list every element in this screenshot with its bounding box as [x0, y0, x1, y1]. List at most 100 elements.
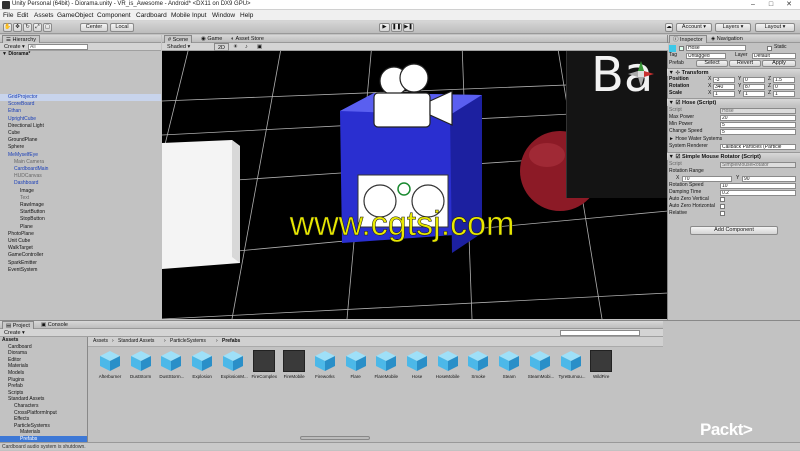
asset-item[interactable]: Hose	[405, 350, 429, 379]
rotate-tool-icon[interactable]: ↻	[23, 23, 32, 32]
hose-field-input[interactable]: 5	[720, 129, 796, 135]
breadcrumb-item[interactable]: Prefabs	[222, 338, 240, 344]
static-checkbox[interactable]	[767, 46, 772, 51]
prefab-revert-button[interactable]: Revert	[729, 60, 761, 67]
asset-item[interactable]: DustStorm...	[159, 350, 184, 379]
project-search-input[interactable]	[560, 330, 640, 336]
pause-icon[interactable]: ❚❚	[391, 23, 402, 32]
asset-item[interactable]: ExplosionM...	[221, 350, 248, 379]
hierarchy-item[interactable]: Cube	[8, 130, 20, 137]
transform-x-input[interactable]: 340	[713, 84, 735, 90]
menu-gameobject[interactable]: GameObject	[57, 12, 94, 19]
add-component-button[interactable]: Add Component	[690, 226, 778, 235]
transform-z-input[interactable]: 0	[773, 84, 795, 90]
object-name-input[interactable]: Hose	[686, 45, 746, 51]
hierarchy-item[interactable]: ScoreBoard	[8, 101, 34, 108]
menu-assets[interactable]: Assets	[34, 12, 54, 19]
pivot-center-button[interactable]: Center	[80, 23, 108, 32]
asset-item[interactable]: Smoke	[466, 350, 490, 379]
breadcrumb-item[interactable]: Assets	[93, 338, 108, 344]
hierarchy-item[interactable]: Unit Cube	[8, 238, 30, 245]
hierarchy-item[interactable]: CardboardMain	[14, 166, 48, 173]
hierarchy-item[interactable]: WalkTarget	[8, 245, 33, 252]
layer-dropdown[interactable]: Default	[752, 53, 796, 59]
cloud-icon[interactable]: ☁	[665, 23, 673, 32]
rotator-field-input[interactable]: 0.2	[720, 190, 796, 196]
maximize-icon[interactable]: □	[762, 0, 780, 10]
asset-item[interactable]: WildFire	[589, 350, 613, 379]
asset-item[interactable]: TyreBurnou...	[559, 350, 586, 379]
mode-2d-toggle[interactable]: 2D	[214, 43, 230, 51]
scene-orientation-gizmo[interactable]	[628, 61, 654, 87]
play-icon[interactable]: ▶	[379, 23, 390, 32]
asset-zoom-slider[interactable]	[300, 436, 370, 440]
hierarchy-item[interactable]: UprightCube	[8, 116, 36, 123]
hierarchy-item[interactable]: MeMyselfEye	[8, 152, 38, 159]
hose-script-header[interactable]: ▼ ☑ Hose (Script)	[667, 98, 800, 106]
hose-field-input[interactable]: 5	[720, 122, 796, 128]
asset-item[interactable]: DustStorm	[129, 350, 153, 379]
tab-inspector[interactable]: ⓘ Inspector	[669, 35, 707, 43]
hierarchy-item[interactable]: PhotoPlane	[8, 231, 34, 238]
rotator-checkbox[interactable]	[720, 211, 725, 216]
rotator-script-header[interactable]: ▼ ☑ Simple Mouse Rotator (Script)	[667, 152, 800, 160]
tab-project[interactable]: ▤ Project	[2, 321, 34, 329]
scene-root[interactable]: ▼ Diorama*	[2, 51, 160, 58]
pivot-local-button[interactable]: Local	[110, 23, 134, 32]
transform-header[interactable]: ▼ ⊹ Transform	[667, 68, 800, 76]
asset-item[interactable]: FlareMobile	[374, 350, 398, 379]
rect-tool-icon[interactable]: ▢	[43, 23, 52, 32]
tab-scene[interactable]: # Scene	[164, 35, 193, 43]
effects-toggle-icon[interactable]: ▣	[254, 43, 265, 51]
tab-asset-store[interactable]: ◐ Asset Store	[228, 35, 267, 43]
rotator-checkbox[interactable]	[720, 204, 725, 209]
tab-game[interactable]: ◉ Game	[198, 35, 225, 43]
hierarchy-item[interactable]: Sphere	[8, 144, 24, 151]
asset-item[interactable]: FireComplex	[252, 350, 277, 379]
breadcrumb-item[interactable]: ParticleSystems	[170, 338, 206, 344]
hierarchy-item[interactable]: Text	[20, 195, 29, 202]
hierarchy-item[interactable]: GameController	[8, 252, 43, 259]
transform-x-input[interactable]: -3	[713, 77, 735, 83]
hierarchy-item[interactable]: Directional Light	[8, 123, 44, 130]
hierarchy-item[interactable]: Image	[20, 188, 34, 195]
project-splitter[interactable]	[87, 337, 88, 443]
asset-item[interactable]: Flare	[344, 350, 368, 379]
hierarchy-item[interactable]: Main Camera	[14, 159, 44, 166]
tab-navigation[interactable]: ◈ Navigation	[708, 35, 746, 43]
asset-item[interactable]: SteamMobi...	[528, 350, 554, 379]
active-checkbox[interactable]	[679, 46, 684, 51]
asset-item[interactable]: Explosion	[190, 350, 214, 379]
breadcrumb-item[interactable]: Standard Assets	[118, 338, 154, 344]
transform-y-input[interactable]: 1	[743, 91, 765, 97]
rotator-checkbox[interactable]	[720, 197, 725, 202]
transform-z-input[interactable]: 1.5	[773, 77, 795, 83]
asset-item[interactable]: Afterburner	[98, 350, 122, 379]
prefab-select-button[interactable]: Select	[696, 60, 728, 67]
tab-console[interactable]: ▣ Console	[38, 321, 71, 329]
transform-y-input[interactable]: 0	[743, 77, 765, 83]
menu-mobile-input[interactable]: Mobile Input	[171, 12, 206, 19]
water-systems-label[interactable]: ► Hose Water Systems	[669, 136, 722, 143]
scene-viewport[interactable]: www.cgtsj.com Ba	[162, 43, 668, 319]
audio-toggle-icon[interactable]: ♪	[242, 43, 251, 51]
hierarchy-item[interactable]: SparkEmitter	[8, 260, 37, 267]
layers-dropdown[interactable]: Layers ▾	[715, 23, 751, 32]
step-icon[interactable]: ▶❚	[403, 23, 414, 32]
menu-cardboard[interactable]: Cardboard	[136, 12, 167, 19]
move-tool-icon[interactable]: ✥	[13, 23, 22, 32]
project-create-button[interactable]: Create ▾	[1, 329, 28, 337]
menu-edit[interactable]: Edit	[17, 12, 28, 19]
hierarchy-item[interactable]: GridProjector	[0, 94, 161, 101]
hierarchy-item[interactable]: RawImage	[20, 202, 44, 209]
asset-item[interactable]: Steam	[497, 350, 521, 379]
asset-item[interactable]: Fireworks	[313, 350, 337, 379]
tag-dropdown[interactable]: Untagged	[686, 53, 726, 59]
renderer-field[interactable]: Callback Particles (Particle	[720, 144, 796, 150]
scale-tool-icon[interactable]: ⤢	[33, 23, 42, 32]
hierarchy-item[interactable]: GroundPlane	[8, 137, 37, 144]
hose-field-input[interactable]: 20	[720, 115, 796, 121]
light-toggle-icon[interactable]: ☀	[230, 43, 241, 51]
menu-window[interactable]: Window	[212, 12, 235, 19]
account-dropdown[interactable]: Account ▾	[676, 23, 712, 32]
